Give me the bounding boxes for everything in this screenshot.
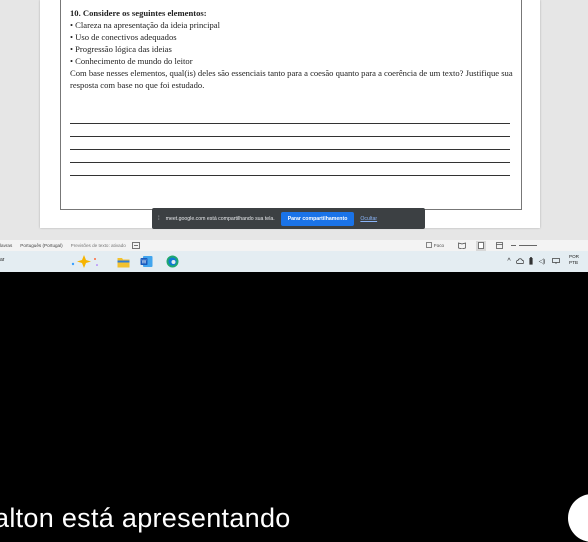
- answer-line: [70, 163, 510, 176]
- windows-taskbar: ar W ^ ◁) POR PTB: [0, 251, 588, 272]
- answer-line: [70, 150, 510, 163]
- document-page: 10. Considere os seguintes elementos: • …: [40, 0, 540, 228]
- chevron-up-icon[interactable]: ^: [505, 257, 513, 265]
- language-status[interactable]: Português (Portugal): [20, 243, 62, 248]
- bullet-item: • Progressão lógica das ideias: [70, 44, 172, 54]
- svg-text:W: W: [142, 260, 147, 266]
- focus-label[interactable]: Foco: [434, 243, 444, 248]
- copilot-sparkle-icon[interactable]: [66, 254, 102, 269]
- shared-screen: 10. Considere os seguintes elementos: • …: [0, 0, 588, 272]
- question-box: 10. Considere os seguintes elementos: • …: [60, 0, 522, 210]
- input-language-indicator[interactable]: POR PTB: [569, 254, 579, 266]
- web-layout-icon[interactable]: [496, 241, 503, 250]
- volume-icon[interactable]: ◁): [537, 256, 547, 266]
- network-icon[interactable]: [552, 257, 560, 265]
- edge-browser-icon[interactable]: [166, 255, 179, 268]
- file-explorer-icon[interactable]: [117, 255, 130, 268]
- bullet-item: • Uso de conectivos adequados: [70, 32, 177, 42]
- share-message: meet.google.com está compartilhando sua …: [165, 215, 275, 222]
- answer-line: [70, 124, 510, 137]
- zoom-out-icon[interactable]: [511, 243, 517, 249]
- avatar[interactable]: [568, 494, 588, 542]
- screen-share-bar: ⁞ meet.google.com está compartilhando su…: [152, 208, 425, 229]
- answer-lines: [70, 111, 510, 176]
- zoom-slider[interactable]: [519, 245, 538, 246]
- keyboard-layout-code: PTB: [569, 260, 578, 265]
- accessibility-icon[interactable]: [131, 241, 140, 250]
- battery-icon[interactable]: [528, 256, 534, 266]
- text-predictions-status[interactable]: Previsões de texto: ativado: [71, 243, 126, 248]
- word-status-bar: lavras Português (Portugal) Previsões de…: [0, 240, 588, 251]
- read-mode-icon[interactable]: [458, 242, 466, 250]
- presenter-caption: alton está apresentando: [0, 503, 291, 533]
- bullet-item: • Conhecimento de mundo do leitor: [70, 56, 193, 66]
- answer-line: [70, 111, 510, 124]
- question-prompt: Com base nesses elementos, qual(is) dele…: [70, 68, 513, 90]
- taskbar-search-text[interactable]: ar: [0, 257, 4, 263]
- drag-handle-icon[interactable]: ⁞: [158, 216, 160, 222]
- question-title: 10. Considere os seguintes elementos:: [70, 8, 207, 18]
- focus-icon[interactable]: [425, 242, 432, 249]
- print-layout-icon[interactable]: [476, 240, 487, 251]
- hide-share-bar-link[interactable]: Ocultar: [360, 216, 377, 222]
- bullet-item: • Clareza na apresentação da ideia princ…: [70, 20, 220, 30]
- word-app-icon[interactable]: W: [140, 255, 153, 268]
- answer-line: [70, 137, 510, 150]
- stop-sharing-button[interactable]: Parar compartilhamento: [280, 211, 355, 226]
- cloud-icon[interactable]: [516, 257, 524, 265]
- word-count[interactable]: lavras: [0, 243, 12, 248]
